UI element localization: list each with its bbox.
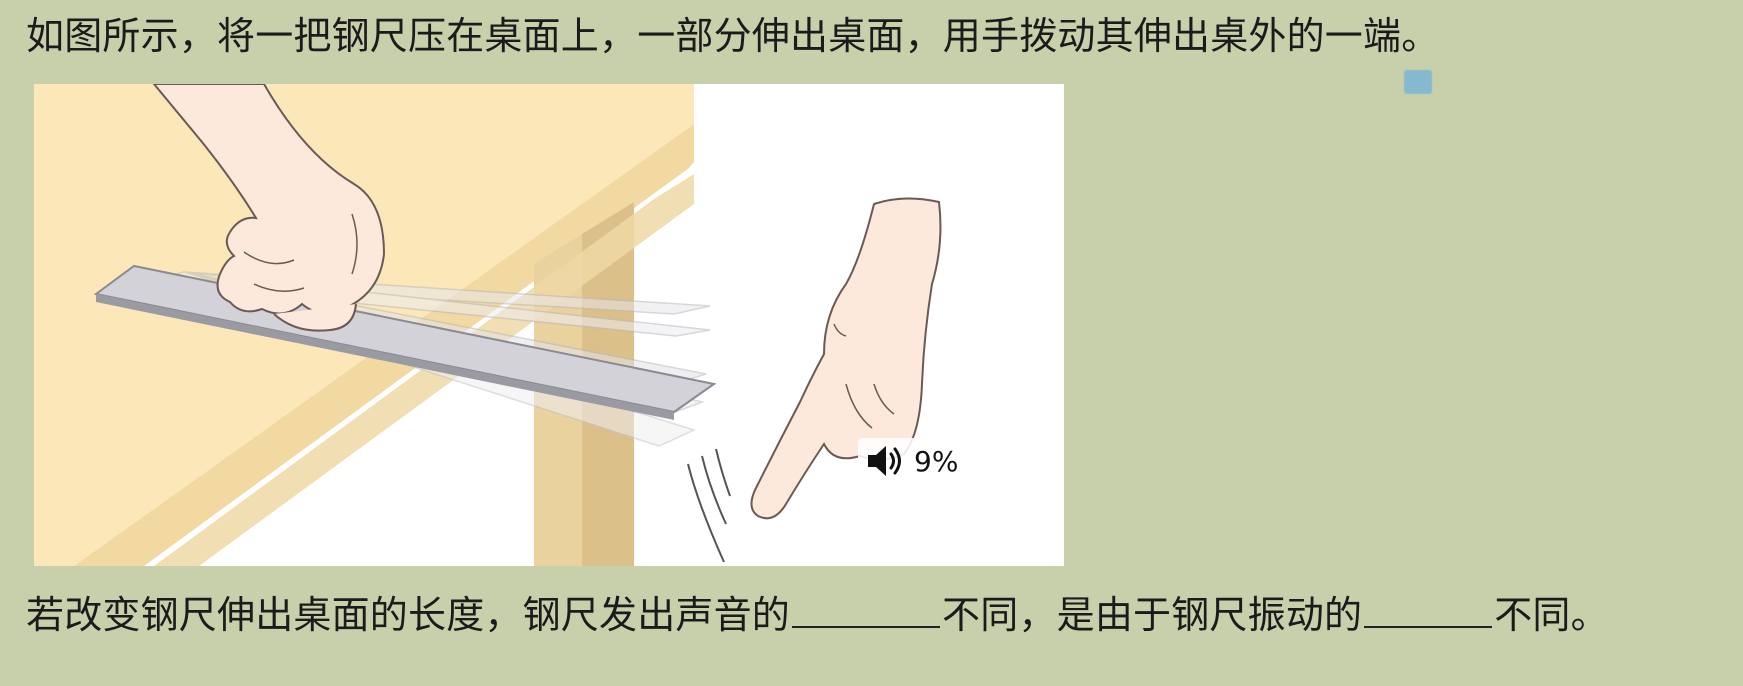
answer-blank-2[interactable] <box>1364 592 1493 628</box>
question-line-2: 若改变钢尺伸出桌面的长度，钢尺发出声音的 不同，是由于钢尺振动的 不同。 <box>26 592 1609 637</box>
question-line-1: 如图所示，将一把钢尺压在桌面上，一部分伸出桌面，用手拨动其伸出桌外的一端。 <box>26 14 1440 58</box>
volume-percent: 9% <box>914 444 959 478</box>
cursor-icon <box>1404 70 1432 94</box>
vibration-lines <box>687 448 731 563</box>
question-line-2-text-b: 不同，是由于钢尺振动的 <box>942 593 1363 637</box>
question-line-2-text-c: 不同。 <box>1494 593 1609 637</box>
answer-blank-1[interactable] <box>792 592 941 628</box>
question-line-2-text-a: 若改变钢尺伸出桌面的长度，钢尺发出声音的 <box>26 593 791 637</box>
illustration-svg <box>34 84 942 566</box>
ruler-experiment-illustration <box>34 84 1064 566</box>
speaker-icon <box>868 446 901 476</box>
lesson-page: 如图所示，将一把钢尺压在桌面上，一部分伸出桌面，用手拨动其伸出桌外的一端。 9%… <box>0 0 1743 686</box>
volume-indicator: 9% <box>858 438 969 484</box>
